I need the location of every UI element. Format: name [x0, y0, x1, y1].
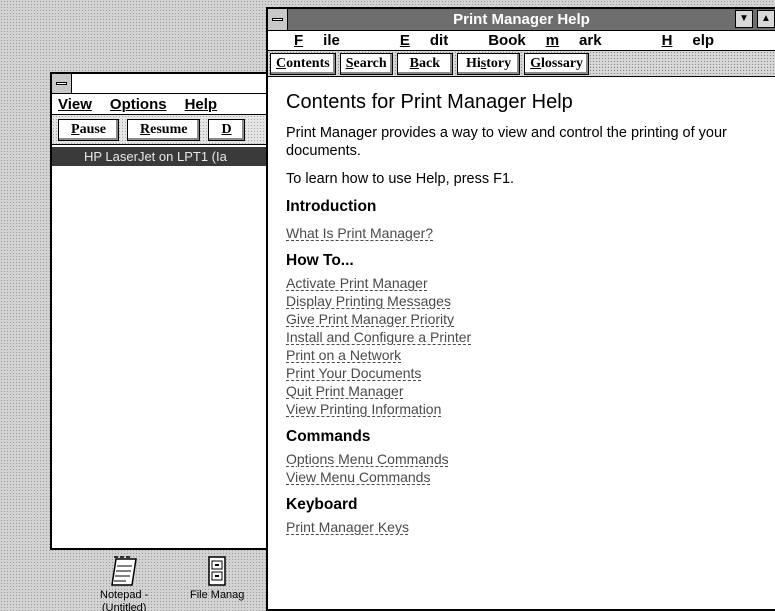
- menu-help[interactable]: Help: [185, 96, 218, 113]
- help-window-title: Print Manager Help: [453, 11, 590, 28]
- menu-help[interactable]: Help: [642, 32, 735, 49]
- link-quit-print-manager[interactable]: Quit Print Manager: [286, 382, 757, 400]
- page-title: Contents for Print Manager Help: [286, 91, 573, 113]
- help-content: Contents for Print Manager Help Print Ma…: [268, 77, 775, 536]
- print-manager-titlebar[interactable]: [52, 74, 278, 94]
- search-button[interactable]: Search: [339, 52, 393, 75]
- section-keyboard-title: Keyboard: [286, 496, 358, 513]
- link-view-printing-information[interactable]: View Printing Information: [286, 400, 757, 418]
- section-how-to-title: How To...: [286, 252, 354, 269]
- link-view-menu-commands[interactable]: View Menu Commands: [286, 468, 757, 486]
- history-button[interactable]: Hi s tory: [457, 52, 521, 75]
- link-print-your-documents[interactable]: Print Your Documents: [286, 364, 757, 382]
- printer-queue-row[interactable]: HP LaserJet on LPT1 (Ia: [52, 147, 278, 166]
- maximize-icon: ▲: [761, 13, 771, 24]
- pause-button[interactable]: Pause: [58, 118, 120, 141]
- menu-file[interactable]: File: [274, 32, 360, 49]
- print-manager-menubar: View Options Help: [52, 94, 278, 115]
- section-commands-title: Commands: [286, 428, 371, 445]
- menu-edit[interactable]: Edit: [380, 32, 468, 49]
- file-manager-label: File Manag: [190, 589, 245, 601]
- maximize-button[interactable]: ▲: [757, 10, 775, 28]
- help-menubar: File Edit Book m ark Help: [268, 31, 775, 51]
- print-manager-toolbar: Pause Resume D: [52, 115, 278, 145]
- menu-options[interactable]: Options: [110, 96, 167, 113]
- link-print-on-network[interactable]: Print on a Network: [286, 346, 757, 364]
- notepad-label: Notepad - (Untitled): [100, 589, 149, 611]
- file-manager-program-item[interactable]: File Manag: [190, 555, 244, 602]
- f1-paragraph: To learn how to use Help, press F1.: [286, 171, 515, 187]
- help-window[interactable]: Print Manager Help ▼ ▲ File Edit Book m ar…: [266, 7, 775, 611]
- notepad-program-item[interactable]: Notepad - (Untitled): [100, 555, 148, 611]
- delete-button[interactable]: D: [208, 118, 245, 141]
- link-give-print-manager-priority[interactable]: Give Print Manager Priority: [286, 310, 757, 328]
- link-what-is-print-manager[interactable]: What Is Print Manager?: [286, 224, 757, 242]
- menu-view[interactable]: View: [58, 96, 92, 113]
- menu-bookmark[interactable]: Book m ark: [488, 32, 621, 49]
- minimize-icon: ▼: [739, 13, 749, 24]
- link-display-printing-messages[interactable]: Display Printing Messages: [286, 292, 757, 310]
- help-button-bar: Contents Search Back Hi s tory Glossary: [268, 51, 775, 77]
- back-button[interactable]: Back: [396, 52, 454, 75]
- link-activate-print-manager[interactable]: Activate Print Manager: [286, 274, 757, 292]
- link-options-menu-commands[interactable]: Options Menu Commands: [286, 450, 757, 468]
- help-titlebar[interactable]: Print Manager Help ▼ ▲: [268, 9, 775, 31]
- link-print-manager-keys[interactable]: Print Manager Keys: [286, 518, 757, 536]
- glossary-button[interactable]: Glossary: [524, 52, 590, 75]
- system-menu-icon[interactable]: [52, 74, 72, 93]
- intro-paragraph: Print Manager provides a way to view and…: [286, 125, 727, 159]
- contents-button[interactable]: Contents: [270, 52, 336, 75]
- resume-button[interactable]: Resume: [127, 118, 201, 141]
- minimize-button[interactable]: ▼: [735, 10, 753, 28]
- section-introduction-title: Introduction: [286, 198, 377, 215]
- notepad-icon: [111, 556, 138, 586]
- print-manager-window[interactable]: View Options Help Pause Resume D HP Lase…: [50, 72, 280, 550]
- link-install-configure-printer[interactable]: Install and Configure a Printer: [286, 328, 757, 346]
- file-manager-icon: [208, 556, 226, 586]
